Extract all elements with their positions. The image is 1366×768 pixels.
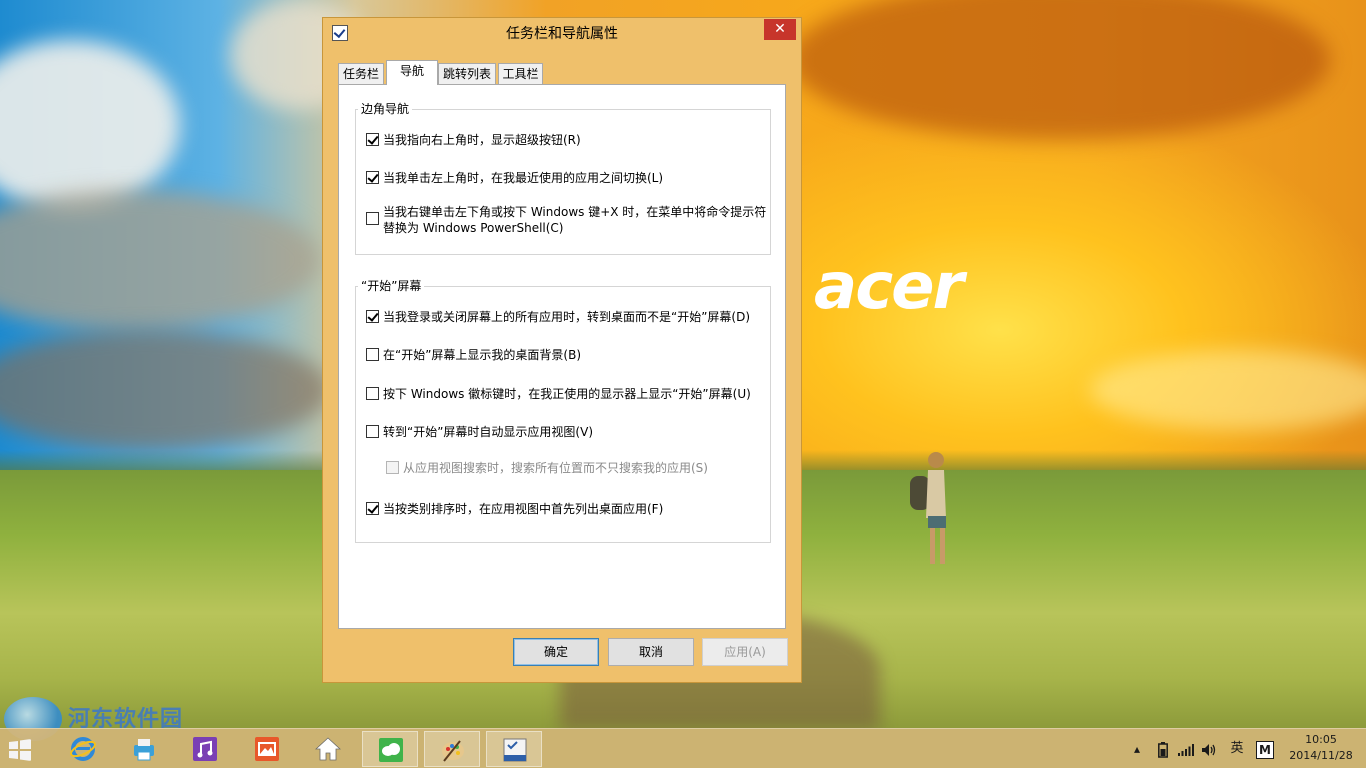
clock-date: 2014/11/28: [1289, 749, 1353, 762]
battery-icon: [1158, 741, 1168, 758]
corner-navigation-group: 边角导航 当我指向右上角时，显示超级按钮(R) 当我单击左上角时，在我最近使用的…: [355, 102, 771, 255]
start-button[interactable]: [0, 731, 56, 767]
option-show-charms[interactable]: 当我指向右上角时，显示超级按钮(R): [366, 132, 581, 148]
taskbar-paint-app[interactable]: [424, 731, 480, 767]
checkbox: [386, 461, 399, 474]
internet-explorer-icon: [70, 737, 96, 761]
option-label: 按下 Windows 徽标键时，在我正使用的显示器上显示“开始”屏幕(U): [383, 387, 751, 401]
group-label: 边角导航: [358, 102, 413, 116]
option-list-desktop-apps-first[interactable]: 当按类别排序时，在应用视图中首先列出桌面应用(F): [366, 501, 663, 517]
tab-jump-lists[interactable]: 跳转列表: [438, 63, 496, 85]
person-figure: [910, 452, 946, 564]
checkbox[interactable]: [366, 502, 379, 515]
chevron-up-icon: ▴: [1133, 742, 1141, 756]
close-button[interactable]: ✕: [764, 19, 796, 40]
taskbar-photos-app[interactable]: [239, 731, 295, 767]
option-label: 转到“开始”屏幕时自动显示应用视图(V): [383, 425, 594, 439]
option-label: 当按类别排序时，在应用视图中首先列出桌面应用(F): [383, 502, 664, 516]
option-show-apps-view[interactable]: 转到“开始”屏幕时自动显示应用视图(V): [366, 424, 593, 440]
checkbox[interactable]: [366, 387, 379, 400]
checkbox[interactable]: [366, 310, 379, 323]
paint-app-icon: [442, 740, 464, 762]
checkbox[interactable]: [366, 425, 379, 438]
taskbar-navigation-properties-dialog: 任务栏和导航属性 ✕ 任务栏 导航 跳转列表 工具栏 边角导航 当我指向右上角时…: [322, 17, 802, 683]
start-icon: [9, 739, 31, 761]
start-screen-group: “开始”屏幕 当我登录或关闭屏幕上的所有应用时，转到桌面而不是“开始”屏幕(D)…: [355, 279, 771, 543]
tab-toolbars[interactable]: 工具栏: [498, 63, 543, 85]
network-tray-button[interactable]: [1176, 729, 1196, 768]
cloud-app-icon: [379, 738, 403, 762]
option-switch-recent-apps[interactable]: 当我单击左上角时，在我最近使用的应用之间切换(L): [366, 170, 663, 186]
battery-tray-button[interactable]: [1153, 729, 1173, 768]
clock-time: 10:05: [1305, 733, 1337, 746]
taskbar-printer-app[interactable]: [116, 731, 172, 767]
signal-icon: [1178, 743, 1194, 756]
photos-app-icon: [255, 737, 279, 761]
taskbar-media-app[interactable]: [177, 731, 233, 767]
tab-navigation[interactable]: 导航: [386, 60, 438, 85]
taskbar-cloud-app[interactable]: [362, 731, 418, 767]
close-icon: ✕: [774, 21, 786, 37]
taskbar-home[interactable]: [300, 731, 356, 767]
taskbar-properties-icon: [503, 738, 527, 762]
option-go-to-desktop[interactable]: 当我登录或关闭屏幕上的所有应用时，转到桌面而不是“开始”屏幕(D): [366, 309, 750, 325]
option-show-desktop-background[interactable]: 在“开始”屏幕上显示我的桌面背景(B): [366, 347, 581, 363]
ime-mode-button[interactable]: M: [1254, 729, 1276, 768]
option-label: 当我右键单击左下角或按下 Windows 键+X 时，在菜单中将命令提示符 替换…: [383, 205, 767, 235]
acer-logo: acer: [814, 250, 964, 324]
group-label: “开始”屏幕: [358, 279, 425, 293]
ok-button[interactable]: 确定: [513, 638, 599, 666]
option-search-everywhere: 从应用视图搜索时，搜索所有位置而不只搜索我的应用(S): [386, 460, 708, 476]
option-start-on-current-display[interactable]: 按下 Windows 徽标键时，在我正使用的显示器上显示“开始”屏幕(U): [366, 386, 751, 402]
option-label: 当我指向右上角时，显示超级按钮(R): [383, 133, 581, 147]
show-hidden-icons-button[interactable]: ▴: [1128, 729, 1146, 768]
option-label: 从应用视图搜索时，搜索所有位置而不只搜索我的应用(S): [403, 461, 708, 475]
taskbar-internet-explorer[interactable]: [55, 731, 111, 767]
option-label: 当我单击左上角时，在我最近使用的应用之间切换(L): [383, 171, 664, 185]
option-powershell-replace[interactable]: 当我右键单击左下角或按下 Windows 键+X 时，在菜单中将命令提示符 替换…: [366, 204, 766, 236]
ime-mode-label: M: [1256, 740, 1274, 759]
checkbox[interactable]: [366, 212, 379, 225]
checkbox[interactable]: [366, 171, 379, 184]
tab-taskbar[interactable]: 任务栏: [338, 63, 384, 85]
input-language-button[interactable]: 英: [1226, 729, 1248, 768]
volume-tray-button[interactable]: [1199, 729, 1219, 768]
cancel-button[interactable]: 取消: [608, 638, 694, 666]
option-label: 在“开始”屏幕上显示我的桌面背景(B): [383, 348, 582, 362]
navigation-tab-panel: 边角导航 当我指向右上角时，显示超级按钮(R) 当我单击左上角时，在我最近使用的…: [338, 84, 786, 629]
taskbar: ▴ 英 M 10:05 2014/11/28: [0, 728, 1366, 768]
taskbar-properties-window[interactable]: [486, 731, 542, 767]
clock-button[interactable]: 10:05 2014/11/28: [1280, 732, 1362, 764]
apply-button: 应用(A): [702, 638, 788, 666]
checkbox[interactable]: [366, 348, 379, 361]
printer-app-icon: [134, 739, 154, 761]
home-icon: [315, 737, 341, 761]
option-label: 当我登录或关闭屏幕上的所有应用时，转到桌面而不是“开始”屏幕(D): [383, 310, 751, 324]
speaker-icon: [1202, 743, 1216, 756]
dialog-title: 任务栏和导航属性: [506, 26, 618, 42]
title-bar[interactable]: 任务栏和导航属性 ✕: [323, 18, 801, 48]
media-app-icon: [193, 737, 217, 761]
checkbox[interactable]: [366, 133, 379, 146]
